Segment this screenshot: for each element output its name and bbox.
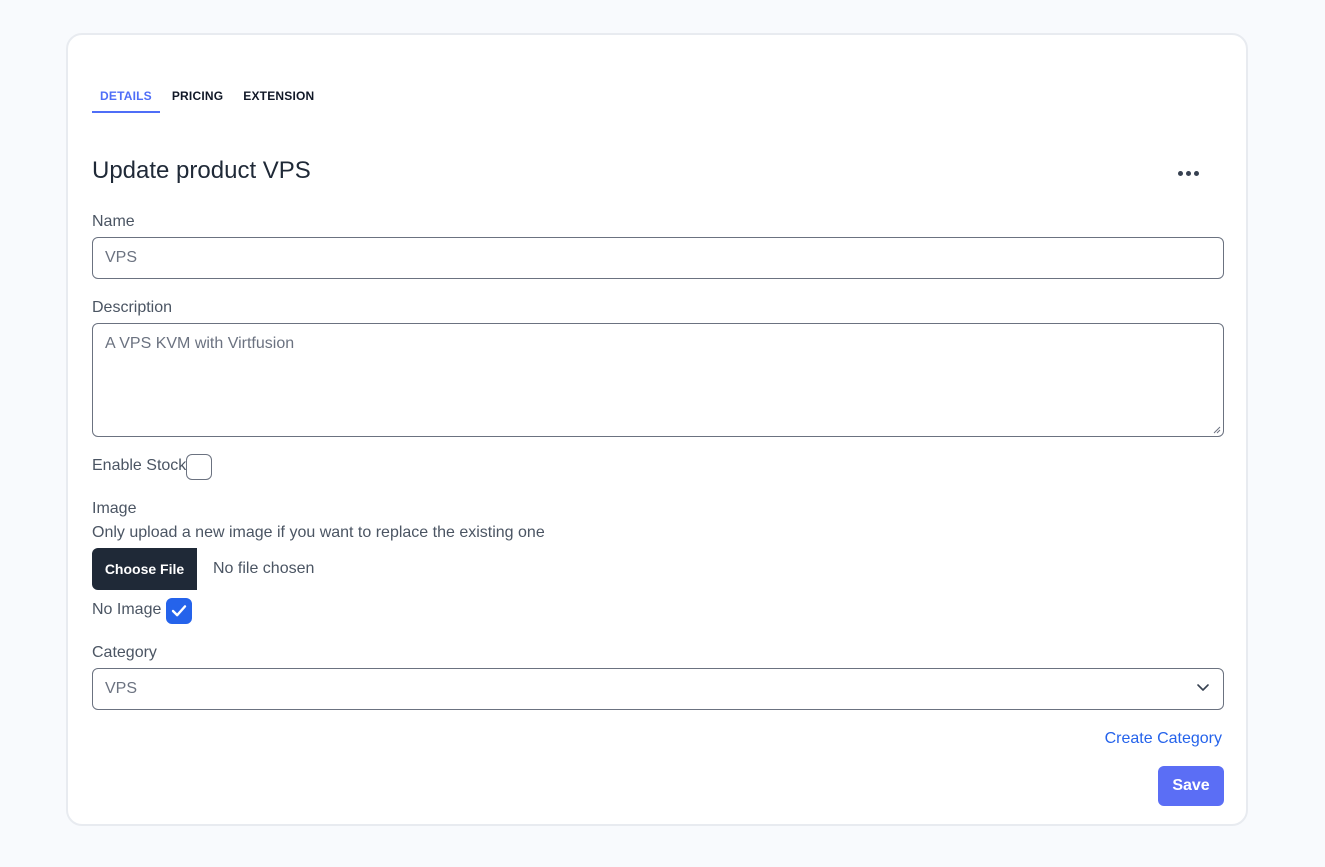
tab-extension[interactable]: EXTENSION <box>235 81 322 113</box>
image-label: Image <box>92 500 137 517</box>
tab-pricing[interactable]: PRICING <box>164 81 231 113</box>
enable-stock-label: Enable Stock <box>92 457 187 474</box>
checkmark-icon <box>171 605 187 617</box>
no-image-label: No Image <box>92 601 162 618</box>
file-status-text: No file chosen <box>213 560 315 577</box>
description-label: Description <box>92 299 173 316</box>
chevron-down-icon <box>1197 684 1209 691</box>
tab-details[interactable]: DETAILS <box>92 81 160 113</box>
product-form-card: DETAILS PRICING EXTENSION Update product… <box>66 33 1248 826</box>
name-label: Name <box>92 213 135 230</box>
no-image-checkbox[interactable] <box>166 598 192 624</box>
category-selected-value: VPS <box>105 680 138 697</box>
more-horizontal-icon <box>1177 170 1183 176</box>
description-textarea[interactable]: A VPS KVM with Virtfusion <box>92 323 1224 437</box>
enable-stock-checkbox[interactable] <box>186 454 212 480</box>
create-category-link[interactable]: Create Category <box>1105 730 1222 748</box>
category-select[interactable]: VPS <box>92 668 1224 710</box>
save-button[interactable]: Save <box>1158 766 1224 806</box>
resize-grip-icon[interactable] <box>1213 426 1221 434</box>
image-hint: Only upload a new image if you want to r… <box>92 524 545 541</box>
description-text: A VPS KVM with Virtfusion <box>105 335 295 352</box>
name-input[interactable]: VPS <box>92 237 1224 279</box>
more-options-button[interactable] <box>1173 160 1203 186</box>
choose-file-button[interactable]: Choose File <box>92 548 197 590</box>
category-label: Category <box>92 644 157 661</box>
tab-bar: DETAILS PRICING EXTENSION <box>92 81 326 113</box>
page-title: Update product VPS <box>92 157 311 184</box>
